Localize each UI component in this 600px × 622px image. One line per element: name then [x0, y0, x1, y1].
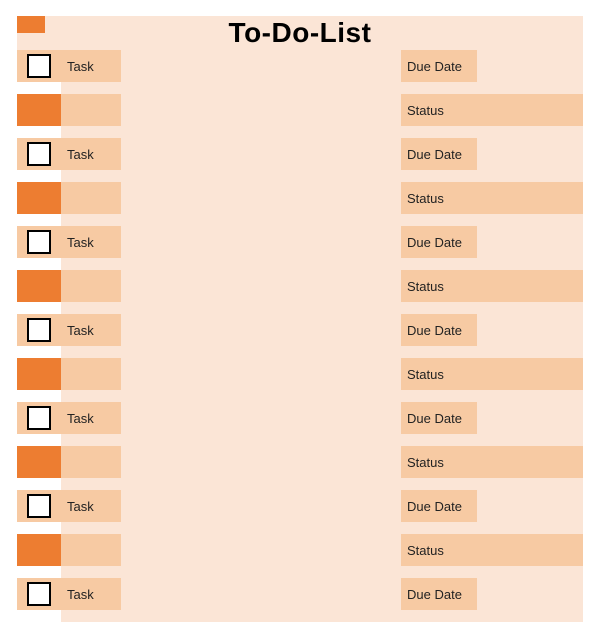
- due-value[interactable]: [477, 490, 583, 522]
- status-value[interactable]: [477, 446, 583, 478]
- task-row: Task Due Date Status: [17, 50, 583, 138]
- task-value[interactable]: [121, 490, 401, 522]
- task-label: Task: [61, 402, 121, 434]
- checkbox-icon[interactable]: [27, 318, 51, 342]
- due-value[interactable]: [477, 138, 583, 170]
- title-accent: [17, 16, 45, 33]
- due-label: Due Date: [401, 402, 477, 434]
- due-value[interactable]: [477, 226, 583, 258]
- task-row: Task Due Date: [17, 578, 583, 622]
- task-row: Task Due Date Status: [17, 402, 583, 490]
- status-label: Status: [401, 270, 477, 302]
- due-value[interactable]: [477, 402, 583, 434]
- status-label: Status: [401, 358, 477, 390]
- status-value[interactable]: [477, 94, 583, 126]
- due-label: Due Date: [401, 578, 477, 610]
- checkbox-icon[interactable]: [27, 406, 51, 430]
- status-label: Status: [401, 534, 477, 566]
- due-value[interactable]: [477, 578, 583, 610]
- task-value[interactable]: [121, 578, 401, 610]
- status-label: Status: [401, 94, 477, 126]
- checkbox-icon[interactable]: [27, 582, 51, 606]
- task-label: Task: [61, 50, 121, 82]
- task-row: Task Due Date Status: [17, 490, 583, 578]
- checkbox-icon[interactable]: [27, 54, 51, 78]
- title-row: To-Do-List: [17, 16, 583, 50]
- page-title: To-Do-List: [17, 17, 583, 49]
- checkbox-icon[interactable]: [27, 142, 51, 166]
- due-label: Due Date: [401, 314, 477, 346]
- status-value[interactable]: [477, 534, 583, 566]
- task-value[interactable]: [121, 50, 401, 82]
- status-value[interactable]: [477, 182, 583, 214]
- task-value[interactable]: [121, 314, 401, 346]
- task-label: Task: [61, 314, 121, 346]
- status-value[interactable]: [477, 358, 583, 390]
- due-label: Due Date: [401, 226, 477, 258]
- due-label: Due Date: [401, 490, 477, 522]
- task-value[interactable]: [121, 226, 401, 258]
- status-value[interactable]: [477, 270, 583, 302]
- checkbox-icon[interactable]: [27, 230, 51, 254]
- task-value[interactable]: [121, 138, 401, 170]
- task-label: Task: [61, 490, 121, 522]
- task-label: Task: [61, 226, 121, 258]
- task-row: Task Due Date Status: [17, 138, 583, 226]
- task-value[interactable]: [121, 402, 401, 434]
- task-row: Task Due Date Status: [17, 314, 583, 402]
- task-label: Task: [61, 138, 121, 170]
- due-label: Due Date: [401, 138, 477, 170]
- checkbox-icon[interactable]: [27, 494, 51, 518]
- checkbox-cell: [17, 50, 61, 82]
- status-label: Status: [401, 446, 477, 478]
- due-value[interactable]: [477, 50, 583, 82]
- task-row: Task Due Date Status: [17, 226, 583, 314]
- due-label: Due Date: [401, 50, 477, 82]
- due-value[interactable]: [477, 314, 583, 346]
- status-label: Status: [401, 182, 477, 214]
- todo-sheet: To-Do-List Task Due Date Status: [17, 16, 583, 622]
- task-label: Task: [61, 578, 121, 610]
